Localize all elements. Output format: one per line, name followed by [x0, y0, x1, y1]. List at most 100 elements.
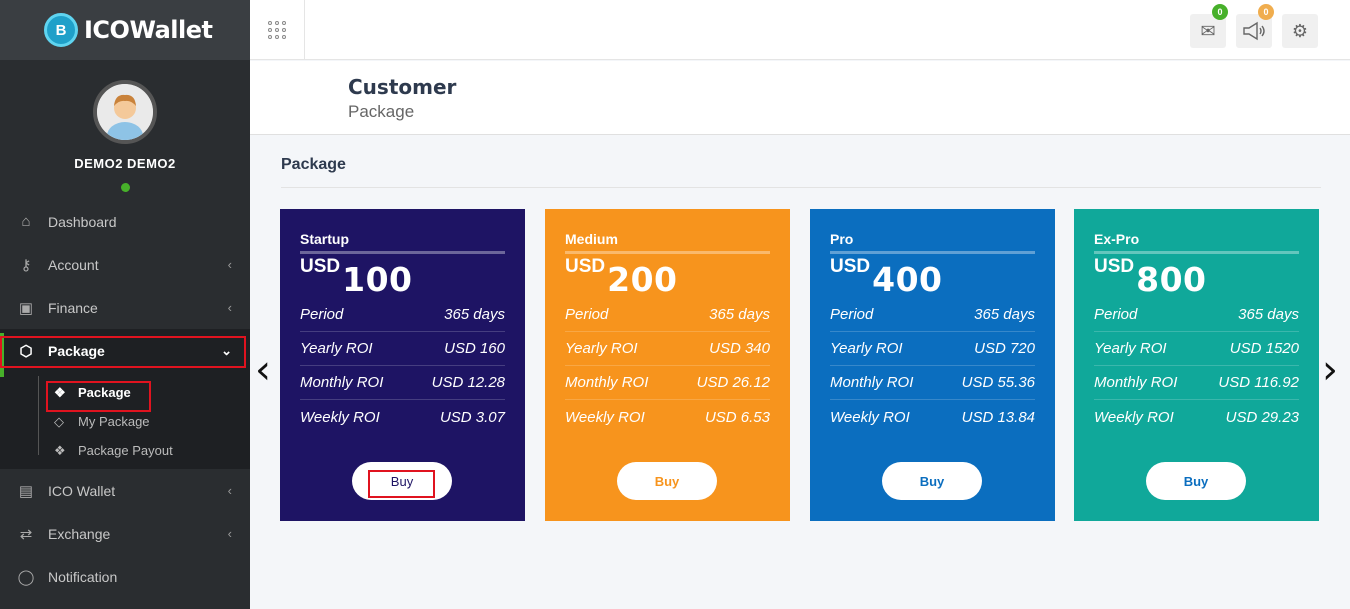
submenu-item-my-package[interactable]: ◇ My Package	[0, 407, 250, 436]
submenu-item-label: Package	[78, 385, 131, 400]
detail-row-monthly: Monthly ROI USD 116.92	[1094, 366, 1299, 400]
apps-grid-button[interactable]	[250, 0, 305, 60]
detail-row-period: Period 365 days	[830, 298, 1035, 332]
detail-label: Monthly ROI	[1094, 374, 1178, 391]
detail-label: Weekly ROI	[1094, 408, 1174, 426]
detail-label: Period	[300, 306, 344, 323]
detail-value: USD 26.12	[696, 374, 770, 391]
package-submenu: ❖ Package ◇ My Package ❖ Package Payout	[0, 372, 250, 469]
package-price: USD 400	[830, 254, 1035, 299]
detail-value: USD 340	[709, 340, 770, 357]
sidebar-item-package[interactable]: ⬡ Package ⌄	[0, 329, 250, 372]
chat-icon: ◯	[17, 568, 35, 586]
detail-value: USD 160	[444, 340, 505, 357]
detail-row-monthly: Monthly ROI USD 26.12	[565, 366, 770, 400]
settings-button[interactable]: ⚙	[1282, 14, 1318, 48]
announcement-button[interactable]: 0	[1236, 4, 1274, 48]
price-amount: 200	[607, 260, 678, 299]
section-title: Package	[281, 156, 346, 173]
buy-button-ex-pro[interactable]: Buy	[1146, 462, 1246, 500]
price-currency: USD	[1094, 256, 1135, 277]
detail-value: USD 6.53	[704, 408, 770, 426]
sidebar-item-label: ICO Wallet	[48, 482, 116, 499]
sidebar: B ICOWallet DEMO2 DEMO2 ⌂ Dashboard ⚷ Ac…	[0, 0, 250, 609]
detail-row-period: Period 365 days	[1094, 298, 1299, 332]
announcement-badge: 0	[1258, 4, 1274, 20]
detail-row-yearly: Yearly ROI USD 720	[830, 332, 1035, 366]
sidebar-item-label: Package	[48, 342, 105, 359]
id-card-icon: ▤	[18, 482, 34, 500]
sidebar-item-notification[interactable]: ◯ Notification	[0, 555, 250, 598]
detail-value: 365 days	[709, 306, 770, 323]
detail-label: Yearly ROI	[565, 340, 638, 357]
price-currency: USD	[565, 256, 606, 277]
price-amount: 100	[342, 260, 413, 299]
detail-value: 365 days	[974, 306, 1035, 323]
money-icon: ▣	[18, 299, 34, 317]
price-currency: USD	[830, 256, 871, 277]
cube-icon: ⬡	[19, 342, 33, 360]
cubes-icon: ❖	[54, 384, 66, 400]
package-card-medium: Medium USD 200 Period 365 days Yearly ROI…	[545, 209, 790, 521]
detail-row-weekly: Weekly ROI USD 6.53	[565, 400, 770, 434]
buy-label: Buy	[919, 473, 945, 489]
package-price: USD 800	[1094, 254, 1299, 299]
submenu-item-label: My Package	[78, 414, 150, 429]
detail-row-weekly: Weekly ROI USD 29.23	[1094, 400, 1299, 434]
buy-label: Buy	[654, 473, 680, 489]
page-title: Customer	[348, 75, 457, 99]
detail-value: USD 12.28	[431, 374, 505, 391]
package-price: USD 200	[565, 254, 770, 299]
detail-value: USD 29.23	[1225, 408, 1299, 426]
sidebar-item-finance[interactable]: ▣ Finance ‹	[0, 286, 250, 329]
sidebar-item-dashboard[interactable]: ⌂ Dashboard	[0, 200, 250, 243]
detail-value: USD 116.92	[1218, 374, 1299, 391]
package-card-startup: Startup USD 100 Period 365 days Yearly RO…	[280, 209, 525, 521]
package-price: USD 100	[300, 254, 505, 299]
package-card-ex-pro: Ex-Pro USD 800 Period 365 days Yearly ROI…	[1074, 209, 1319, 521]
mail-button[interactable]: ✉ 0	[1190, 4, 1228, 48]
home-icon: ⌂	[21, 213, 31, 230]
brand[interactable]: B ICOWallet	[0, 0, 250, 60]
buy-button-medium[interactable]: Buy	[617, 462, 717, 500]
gear-icon: ⚙	[1291, 20, 1309, 41]
package-name: Pro	[830, 231, 1035, 254]
sidebar-item-exchange[interactable]: ⇄ Exchange ‹	[0, 512, 250, 555]
sidebar-item-label: Exchange	[48, 525, 111, 542]
detail-label: Yearly ROI	[1094, 340, 1167, 357]
sidebar-item-account[interactable]: ⚷ Account ‹	[0, 243, 250, 286]
package-details: Period 365 days Yearly ROI USD 720 Monthly…	[830, 298, 1035, 434]
package-details: Period 365 days Yearly ROI USD 1520 Monthl…	[1094, 298, 1299, 434]
page-header: Customer Package	[250, 61, 1350, 135]
sidebar-item-label: Notification	[48, 568, 118, 585]
detail-row-yearly: Yearly ROI USD 340	[565, 332, 770, 366]
chevron-down-icon: ⌄	[221, 342, 232, 358]
buy-button-pro[interactable]: Buy	[882, 462, 982, 500]
carousel-prev-icon[interactable]: ‹	[255, 350, 271, 390]
submenu-item-package[interactable]: ❖ Package	[0, 378, 250, 407]
detail-value: USD 13.84	[961, 408, 1035, 426]
price-amount: 800	[1136, 260, 1207, 299]
cubes-icon: ❖	[54, 442, 66, 458]
carousel-next-icon[interactable]: ›	[1322, 350, 1338, 390]
package-card-pro: Pro USD 400 Period 365 days Yearly ROI USD…	[810, 209, 1055, 521]
topbar: ✉ 0 0 ⚙	[250, 0, 1350, 60]
detail-value: USD 720	[974, 340, 1035, 357]
sidebar-item-label: Account	[48, 256, 99, 273]
detail-row-yearly: Yearly ROI USD 1520	[1094, 332, 1299, 366]
package-name: Ex-Pro	[1094, 231, 1299, 254]
detail-label: Period	[565, 306, 609, 323]
detail-label: Monthly ROI	[830, 374, 914, 391]
sidebar-item-label: Finance	[48, 299, 98, 316]
submenu-item-label: Package Payout	[78, 443, 173, 458]
detail-label: Monthly ROI	[565, 374, 649, 391]
submenu-item-package-payout[interactable]: ❖ Package Payout	[0, 436, 250, 465]
sidebar-item-label: Dashboard	[48, 213, 117, 230]
chevron-left-icon: ‹	[227, 483, 232, 498]
detail-label: Yearly ROI	[300, 340, 373, 357]
avatar[interactable]	[93, 80, 157, 144]
detail-label: Weekly ROI	[300, 408, 380, 426]
sidebar-item-ico-wallet[interactable]: ▤ ICO Wallet ‹	[0, 469, 250, 512]
buy-button-startup[interactable]: Buy	[352, 462, 452, 500]
detail-row-period: Period 365 days	[565, 298, 770, 332]
